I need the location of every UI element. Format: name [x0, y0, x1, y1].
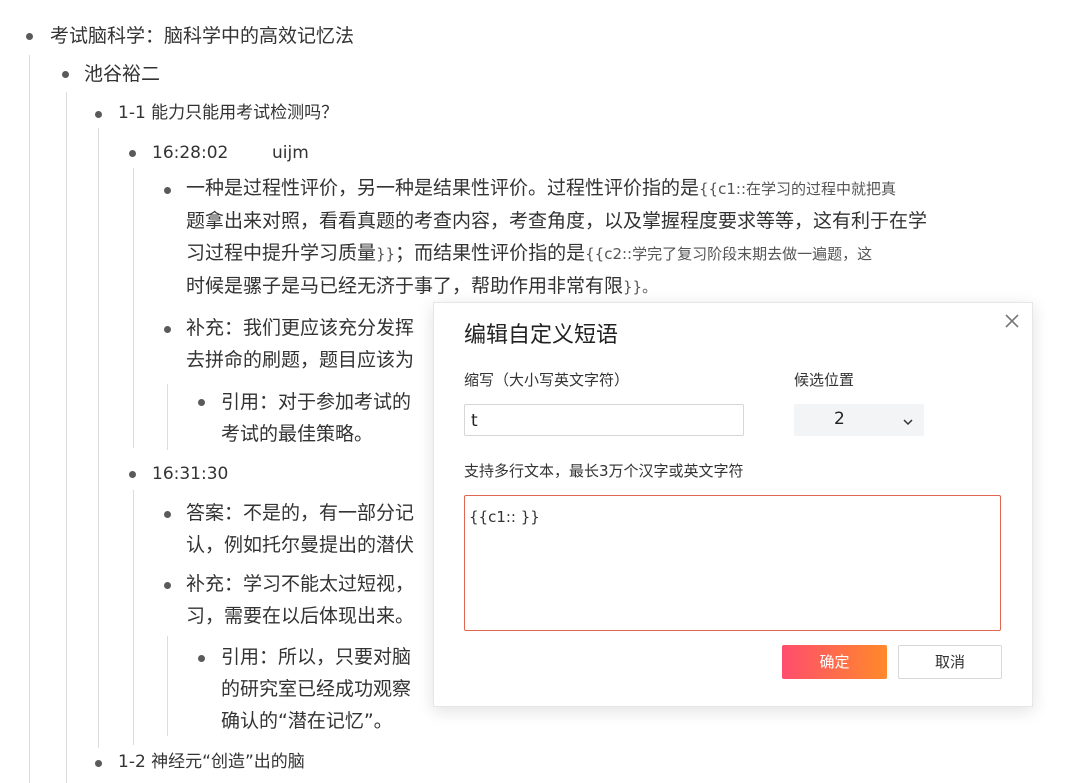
bullet[interactable]: [164, 326, 171, 333]
bullet[interactable]: [129, 471, 136, 478]
bullet[interactable]: [26, 33, 33, 40]
outline-page: 考试脑科学：脑科学中的高效记忆法 池谷裕二 1-1 能力只能用考试检测吗？ 16…: [0, 0, 1080, 783]
position-value: 2: [834, 409, 845, 429]
guide-line: [29, 55, 30, 783]
note-text: 题拿出来对照，看看真题的考查内容，考查角度，以及掌握程度要求等等，这有利于在学: [186, 210, 928, 232]
abbr-label: 缩写（大小写英文字符）: [464, 371, 630, 389]
note-text: 补充：学习不能太过短视，: [186, 573, 415, 595]
note-text: 补充：我们更应该充分发挥: [186, 317, 415, 339]
dialog-title: 编辑自定义短语: [464, 323, 619, 348]
cloze-text: }}: [376, 245, 396, 263]
timestamp-tag: uijm: [272, 143, 309, 163]
bullet[interactable]: [62, 71, 69, 78]
cloze-text: {{c2::学完了复习阶段末期去做一遍题，这: [585, 245, 873, 263]
guide-line: [66, 92, 67, 783]
note-paragraph[interactable]: 补充：我们更应该充分发挥 去拼命的刷题，题目应该为: [186, 312, 414, 376]
close-icon[interactable]: [1002, 311, 1022, 331]
outline-node-chapter[interactable]: 1-1 能力只能用考试检测吗？: [118, 98, 338, 128]
abbr-input[interactable]: t: [464, 404, 744, 436]
note-text: 引用：所以，只要对脑: [221, 646, 412, 668]
quote-paragraph[interactable]: 引用：所以，只要对脑 的研究室已经成功观察 确认的“潜在记忆”。: [221, 641, 411, 737]
note-text: 认，例如托尔曼提出的潜伏: [186, 534, 415, 556]
guide-line: [167, 636, 168, 736]
timestamp[interactable]: 16:31:30: [152, 459, 228, 489]
confirm-button[interactable]: 确定: [782, 645, 887, 679]
guide-line: [133, 168, 134, 448]
note-text: 确认的“潜在记忆”。: [221, 710, 393, 732]
note-text: 考试的最佳策略。: [221, 423, 374, 445]
note-text: 引用：对于参加考试的: [221, 391, 412, 413]
bullet[interactable]: [95, 111, 102, 118]
cancel-button[interactable]: 取消: [898, 645, 1002, 679]
note-text: 答案：不是的，有一部分记: [186, 502, 415, 524]
chevron-down-icon: [902, 413, 914, 426]
bullet[interactable]: [198, 399, 205, 406]
note-text: 习，需要在以后体现出来。: [186, 605, 415, 627]
guide-line: [98, 128, 99, 748]
note-text: 的研究室已经成功观察: [221, 678, 412, 700]
outline-node-chapter[interactable]: 1-2 神经元“创造”出的脑: [118, 747, 305, 777]
note-text: 一种是过程性评价，另一种是结果性评价。过程性评价指的是: [186, 177, 700, 199]
note-text: 去拼命的刷题，题目应该为: [186, 349, 415, 371]
edit-phrase-dialog: 编辑自定义短语 缩写（大小写英文字符） 候选位置 t 2 支持多行文本，最长3万…: [433, 302, 1033, 707]
cloze-text: }}。: [623, 278, 658, 296]
timestamp[interactable]: 16:28:02: [152, 138, 228, 168]
note-text: ；而结果性评价指的是: [395, 242, 586, 264]
note-text: 时候是骡子是马已经无济于事了，帮助作用非常有限: [186, 275, 624, 297]
bullet[interactable]: [164, 511, 171, 518]
hint-text: 支持多行文本，最长3万个汉字或英文字符: [464, 462, 744, 480]
bullet[interactable]: [129, 150, 136, 157]
outline-node-author[interactable]: 池谷裕二: [84, 59, 160, 89]
phrase-textarea[interactable]: {{c1:: }}: [464, 495, 1001, 631]
note-paragraph[interactable]: 答案：不是的，有一部分记 认，例如托尔曼提出的潜伏: [186, 497, 414, 561]
quote-paragraph[interactable]: 引用：对于参加考试的 考试的最佳策略。: [221, 386, 411, 450]
position-select[interactable]: 2: [794, 404, 924, 436]
note-paragraph[interactable]: 补充：学习不能太过短视， 习，需要在以后体现出来。: [186, 568, 414, 632]
bullet[interactable]: [164, 187, 171, 194]
bullet[interactable]: [95, 760, 102, 767]
outline-node-title[interactable]: 考试脑科学：脑科学中的高效记忆法: [50, 21, 354, 51]
bullet[interactable]: [164, 582, 171, 589]
cloze-text: {{c1::在学习的过程中就把真: [699, 180, 897, 198]
guide-line: [167, 384, 168, 450]
note-paragraph[interactable]: 一种是过程性评价，另一种是结果性评价。过程性评价指的是{{c1::在学习的过程中…: [186, 172, 1026, 303]
note-text: 习过程中提升学习质量: [186, 242, 377, 264]
bullet[interactable]: [198, 655, 205, 662]
guide-line: [133, 490, 134, 745]
position-label: 候选位置: [794, 371, 855, 389]
